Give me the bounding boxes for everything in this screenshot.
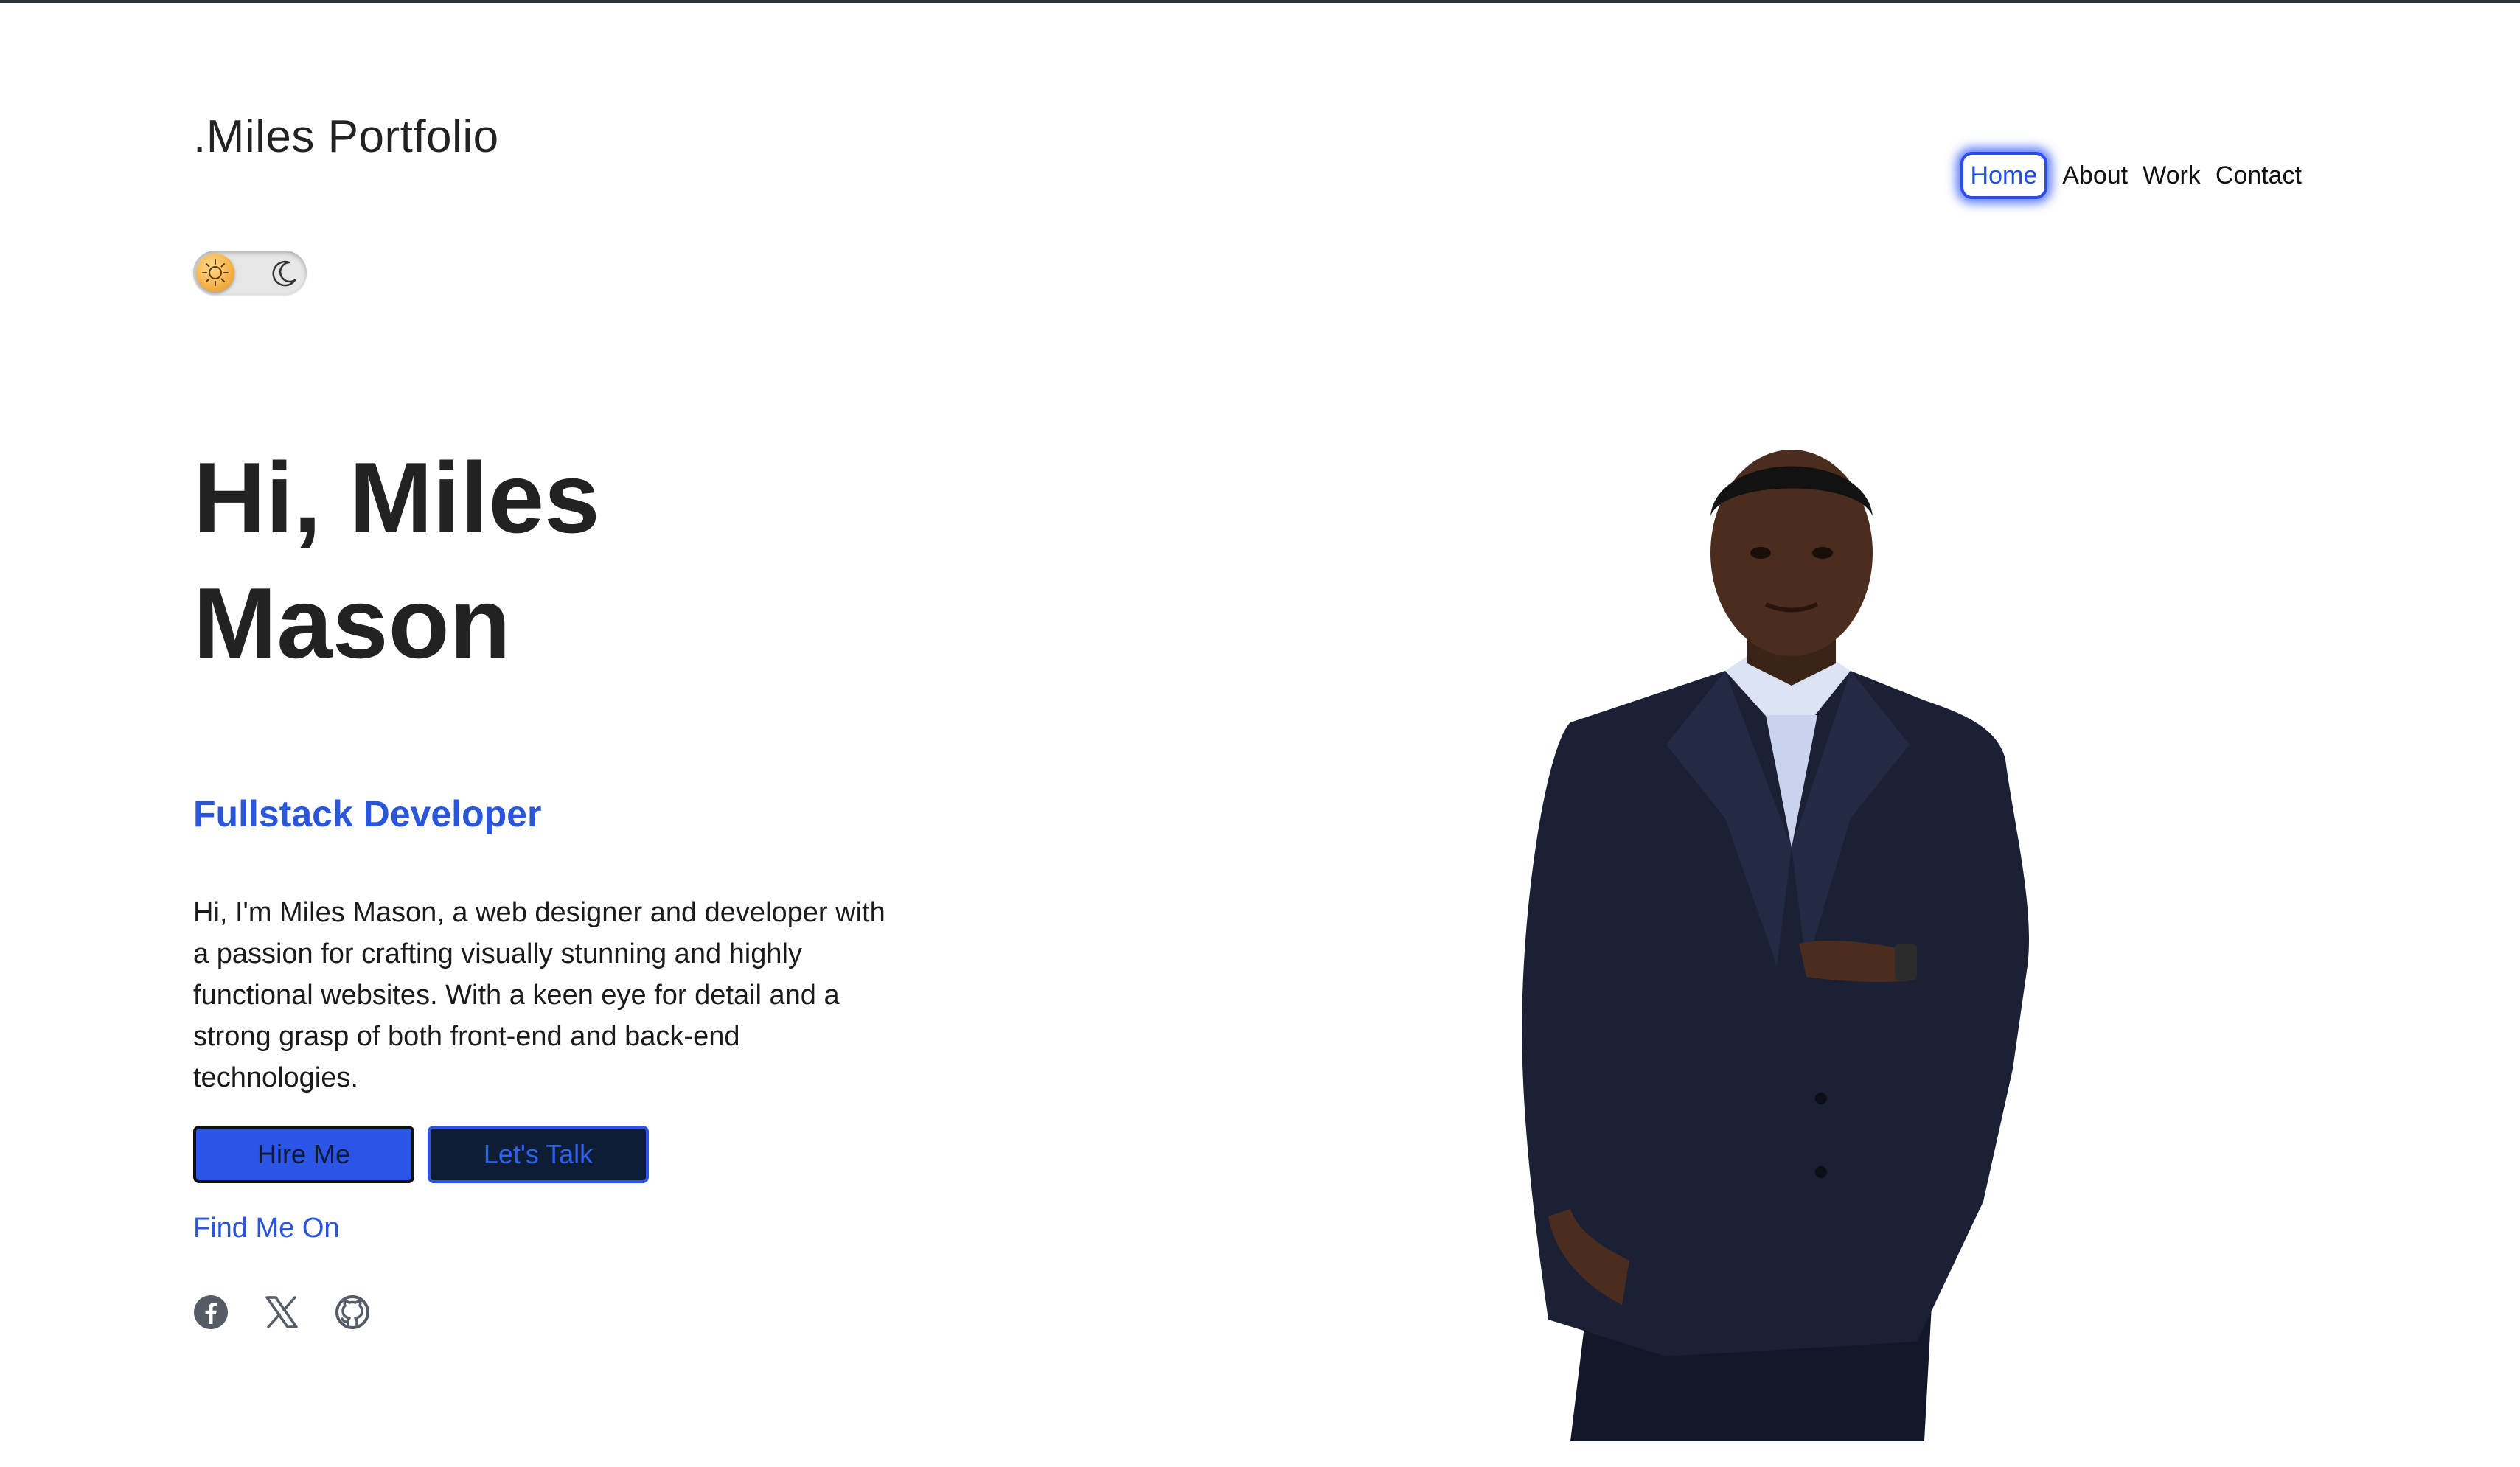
facebook-icon[interactable] — [193, 1294, 229, 1330]
github-icon[interactable] — [335, 1294, 370, 1330]
main-nav: Home About Work Contact — [1960, 152, 2302, 199]
hire-me-button[interactable]: Hire Me — [193, 1126, 414, 1183]
nav-work[interactable]: Work — [2143, 153, 2201, 198]
find-me-label: Find Me On — [193, 1213, 340, 1244]
hero-subtitle: Fullstack Developer — [193, 793, 542, 834]
hero-bio: Hi, I'm Miles Mason, a web designer and … — [193, 897, 885, 1093]
site-logo[interactable]: .Miles Portfolio — [193, 111, 499, 163]
nav-contact[interactable]: Contact — [2216, 153, 2302, 198]
window-top-border — [0, 0, 2520, 3]
nav-home[interactable]: Home — [1960, 152, 2048, 199]
sun-icon — [196, 254, 234, 292]
moon-icon — [272, 260, 296, 287]
theme-toggle[interactable] — [193, 251, 307, 295]
hero-title: Hi, Miles Mason — [193, 435, 600, 686]
hero-title-line2: Mason — [193, 567, 511, 679]
social-links — [193, 1294, 370, 1330]
x-twitter-icon[interactable] — [264, 1294, 299, 1330]
nav-about[interactable]: About — [2062, 153, 2128, 198]
lets-talk-button[interactable]: Let's Talk — [428, 1126, 649, 1183]
hero-title-line1: Hi, Miles — [193, 442, 600, 554]
profile-photo — [1482, 435, 2204, 1441]
